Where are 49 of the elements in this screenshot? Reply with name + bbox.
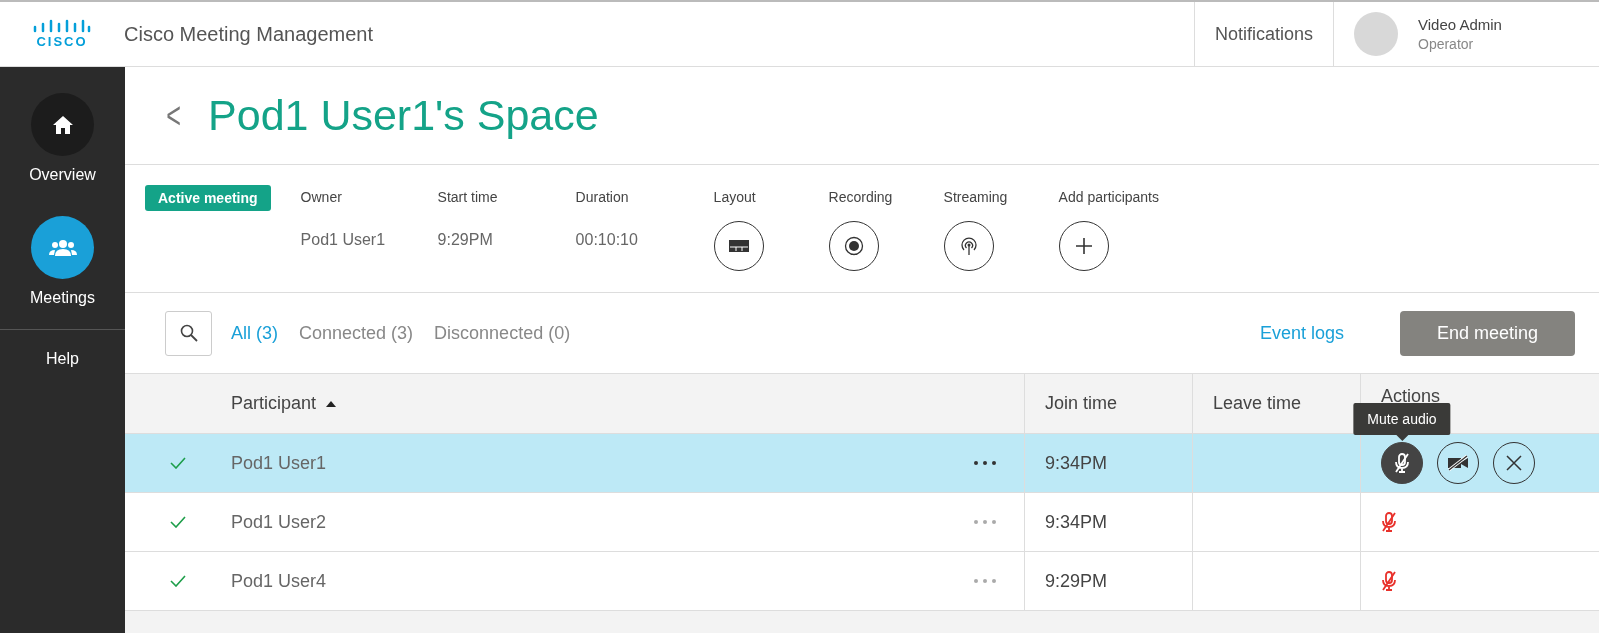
sidebar-item[interactable]: Meetings: [30, 289, 95, 307]
status-badge: Active meeting: [145, 185, 271, 211]
record-button[interactable]: [828, 221, 879, 271]
stream-button[interactable]: [943, 221, 994, 271]
filter-tab[interactable]: Disconnected (0): [434, 322, 571, 344]
filter-tab[interactable]: Connected (3): [299, 322, 414, 344]
record-icon: [843, 236, 864, 256]
user-name: Video Admin: [1418, 16, 1502, 33]
join-time: 9:34PM: [1045, 452, 1108, 474]
sort-up-icon[interactable]: [326, 400, 337, 407]
back-chevron[interactable]: <: [166, 94, 181, 137]
plus-icon: [1074, 237, 1093, 255]
control-label: Streaming: [943, 189, 1009, 205]
control-label: Add participants: [1058, 189, 1160, 205]
search-button[interactable]: [165, 310, 212, 356]
close-icon: [1506, 455, 1522, 471]
logo-text: CISCO: [36, 35, 88, 49]
participant-name: Pod1 User4: [231, 570, 327, 592]
tooltip: Mute audio: [1353, 403, 1451, 441]
field-value: Pod1 User1: [300, 231, 387, 249]
field-label: Start time: [437, 189, 499, 205]
layout-button[interactable]: [713, 221, 764, 271]
home-icon: [51, 113, 74, 136]
mic-off-icon: [1394, 453, 1410, 473]
page-title: Pod1 User1's Space: [208, 91, 599, 140]
more-icon[interactable]: [974, 461, 996, 465]
end-meeting-button[interactable]: End meeting: [1400, 310, 1575, 356]
camera-off-icon: [1447, 455, 1469, 471]
add-button[interactable]: [1058, 221, 1109, 271]
app-title: Cisco Meeting Management: [124, 22, 373, 46]
field-label: Owner: [300, 189, 343, 205]
join-time: 9:34PM: [1045, 511, 1108, 533]
user-role: Operator: [1418, 36, 1475, 52]
field-label: Duration: [575, 189, 630, 205]
sidebar-item[interactable]: Help: [46, 350, 79, 368]
join-time: 9:29PM: [1045, 570, 1108, 592]
control-label: Layout: [713, 189, 757, 205]
notifications-link[interactable]: Notifications: [1214, 23, 1313, 45]
field-value: 00:10:10: [575, 231, 639, 249]
search-icon: [179, 324, 198, 342]
field-value: 9:29PM: [437, 231, 494, 249]
sidebar-item[interactable]: Overview: [29, 166, 96, 184]
broadcast-icon: [958, 236, 979, 256]
control-label: Recording: [828, 189, 894, 205]
participant-name: Pod1 User1: [231, 452, 327, 474]
bars-logo-icon: [33, 19, 91, 35]
layout-icon: [728, 240, 749, 252]
participant-name: Pod1 User2: [231, 511, 327, 533]
people-icon: [48, 237, 77, 258]
